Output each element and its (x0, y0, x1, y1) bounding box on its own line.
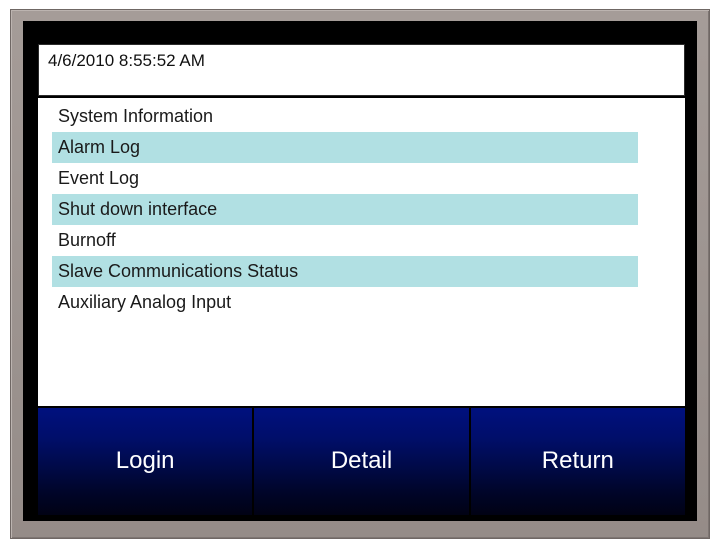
menu-item-slave-communications-status[interactable]: Slave Communications Status (52, 256, 638, 287)
menu-item-auxiliary-analog-input[interactable]: Auxiliary Analog Input (52, 287, 638, 318)
menu-list: System Information Alarm Log Event Log S… (52, 101, 638, 318)
timestamp: 4/6/2010 8:55:52 AM (48, 51, 205, 70)
menu-item-event-log[interactable]: Event Log (52, 163, 638, 194)
header-bar: 4/6/2010 8:55:52 AM (38, 44, 685, 96)
menu-item-shut-down-interface[interactable]: Shut down interface (52, 194, 638, 225)
menu-item-system-information[interactable]: System Information (52, 101, 638, 132)
return-button[interactable]: Return (470, 408, 685, 515)
detail-button[interactable]: Detail (254, 408, 471, 515)
detail-button-label: Detail (330, 447, 393, 474)
hmi-screen: 4/6/2010 8:55:52 AM System Information A… (23, 21, 697, 521)
menu-item-burnoff[interactable]: Burnoff (52, 225, 638, 256)
menu-panel: System Information Alarm Log Event Log S… (38, 98, 685, 406)
button-bar: Login Detail Return (38, 408, 685, 515)
menu-item-alarm-log[interactable]: Alarm Log (52, 132, 638, 163)
login-button[interactable]: Login (38, 408, 255, 515)
login-button-label: Login (115, 447, 175, 474)
return-button-label: Return (541, 447, 614, 474)
